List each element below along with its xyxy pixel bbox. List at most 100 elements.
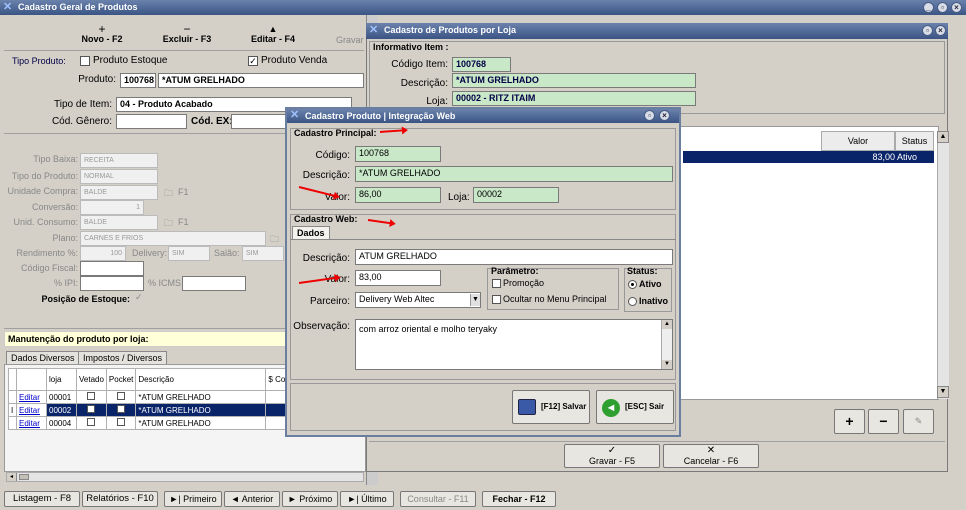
restore-icon[interactable]: ▫ bbox=[644, 110, 655, 121]
web-valor-input[interactable]: 83,00 bbox=[355, 270, 441, 286]
primeiro-button[interactable]: ►| Primeiro bbox=[164, 491, 222, 507]
parceiro-select[interactable]: Delivery Web Altec bbox=[355, 292, 481, 308]
sair-button[interactable]: ◄ [ESC] Sair bbox=[596, 390, 674, 424]
observacao-label: Observação: bbox=[293, 321, 350, 332]
produto-name-field[interactable]: *ATUM GRELHADO bbox=[158, 73, 364, 88]
pocket-checkbox[interactable] bbox=[117, 418, 126, 426]
tipo-item-label: Tipo de Item: bbox=[54, 99, 112, 110]
plano-select[interactable]: CARNES E FRIOS bbox=[80, 231, 266, 246]
restore-icon[interactable]: ▫ bbox=[937, 2, 948, 13]
consultar-button[interactable]: Consultar - F11 bbox=[400, 491, 476, 507]
main-titlebar: ✕ Cadastro Geral de Produtos _ ▫ × bbox=[0, 0, 966, 15]
icms-field[interactable] bbox=[182, 276, 246, 291]
editar-link[interactable]: Editar bbox=[19, 406, 40, 415]
manutencao-label: Manutenção do produto por loja: bbox=[8, 334, 149, 344]
novo-button[interactable]: + Novo - F2 bbox=[72, 23, 132, 44]
salvar-button[interactable]: [F12] Salvar bbox=[512, 390, 590, 424]
fechar-button[interactable]: Fechar - F12 bbox=[482, 491, 556, 507]
dialog-loja-label: Loja: bbox=[448, 192, 470, 203]
web-descricao-label: Descrição: bbox=[302, 253, 350, 264]
unid-consumo-select[interactable]: BALDE bbox=[80, 215, 158, 230]
scroll-down-icon[interactable]: ▼ bbox=[937, 386, 949, 398]
gravar-f5-button[interactable]: ✓ Gravar - F5 bbox=[564, 444, 660, 468]
ativo-radio[interactable] bbox=[628, 280, 637, 289]
listagem-button[interactable]: Listagem - F8 bbox=[4, 491, 80, 507]
horizontal-scrollbar[interactable]: ◂ bbox=[6, 472, 364, 482]
cod-ex-field[interactable] bbox=[231, 114, 291, 129]
proximo-button[interactable]: ► Próximo bbox=[282, 491, 338, 507]
produto-label: Produto: bbox=[78, 74, 116, 85]
ultimo-button[interactable]: ►| Último bbox=[340, 491, 394, 507]
gravar-button[interactable]: Gravar bbox=[336, 35, 364, 45]
loja-vertical-scrollbar[interactable]: ▲ ▼ bbox=[937, 131, 949, 399]
add-button[interactable]: + bbox=[834, 409, 865, 434]
cod-genero-field[interactable] bbox=[116, 114, 187, 129]
excluir-button[interactable]: − Excluir - F3 bbox=[157, 23, 217, 44]
cancelar-f6-button[interactable]: ✕ Cancelar - F6 bbox=[663, 444, 759, 468]
parametro-label: Parâmetro: bbox=[491, 266, 539, 276]
delivery-label: Delivery: bbox=[132, 248, 168, 258]
cancelar-f6-label: Cancelar - F6 bbox=[683, 456, 739, 466]
principal-label: Cadastro Principal: bbox=[294, 128, 377, 138]
promocao-checkbox[interactable] bbox=[492, 279, 501, 288]
relatorios-button[interactable]: Relatórios - F10 bbox=[82, 491, 158, 507]
rendimento-field[interactable]: 100 bbox=[80, 246, 126, 261]
close-icon[interactable]: × bbox=[659, 110, 670, 121]
scroll-left-icon[interactable]: ◂ bbox=[7, 473, 17, 481]
produto-estoque-checkbox[interactable] bbox=[80, 56, 90, 66]
vetado-checkbox[interactable] bbox=[87, 418, 96, 426]
produto-venda-checkbox[interactable]: ✓ bbox=[248, 56, 258, 66]
pocket-checkbox[interactable] bbox=[117, 405, 126, 413]
pocket-checkbox[interactable] bbox=[117, 392, 126, 400]
edit-pencil-button[interactable]: ✎ bbox=[903, 409, 934, 434]
editar-link[interactable]: Editar bbox=[19, 419, 40, 428]
dialog-descricao-field: *ATUM GRELHADO bbox=[355, 166, 673, 182]
produto-code-field[interactable]: 100768 bbox=[120, 73, 156, 88]
salao-select[interactable]: SIM bbox=[242, 246, 284, 261]
conversao-field[interactable]: 1 bbox=[80, 200, 144, 215]
tab-dados[interactable]: Dados bbox=[292, 226, 330, 239]
scroll-thumb[interactable] bbox=[19, 474, 29, 480]
folder-icon[interactable]: 🗀 bbox=[164, 186, 173, 202]
dialog-title: Cadastro Produto | Integração Web bbox=[305, 111, 456, 121]
codigo-fiscal-field[interactable] bbox=[80, 261, 144, 276]
ocultar-label: Ocultar no Menu Principal bbox=[503, 294, 607, 304]
observacao-textarea[interactable]: com arroz oriental e molho teryaky bbox=[355, 319, 673, 370]
conversao-label: Conversão: bbox=[31, 202, 78, 212]
codigo-item-field: 100768 bbox=[452, 57, 511, 72]
web-descricao-input[interactable]: ATUM GRELHADO bbox=[355, 249, 673, 265]
restore-icon[interactable]: ▫ bbox=[922, 25, 933, 36]
vetado-checkbox[interactable] bbox=[87, 405, 96, 413]
inativo-label: Inativo bbox=[639, 296, 669, 306]
scroll-up-icon[interactable]: ▲ bbox=[937, 131, 949, 143]
dialog-loja-field: 00002 bbox=[473, 187, 559, 203]
editar-link[interactable]: Editar bbox=[19, 393, 40, 402]
tipo-baixa-select[interactable]: RECEITA bbox=[80, 153, 158, 168]
anterior-button[interactable]: ◄ Anterior bbox=[224, 491, 280, 507]
table-row[interactable]: 83,00 Ativo bbox=[683, 151, 934, 163]
tab-dados-diversos[interactable]: Dados Diversos bbox=[6, 351, 80, 364]
editar-button[interactable]: ▲ Editar - F4 bbox=[243, 24, 303, 44]
close-icon[interactable]: × bbox=[935, 25, 946, 36]
folder-icon[interactable]: 🗀 bbox=[164, 216, 173, 232]
posicao-check-icon[interactable]: ✓ bbox=[135, 292, 143, 303]
grid-col-loja: loja bbox=[46, 368, 77, 391]
delivery-select[interactable]: SIM bbox=[168, 246, 210, 261]
tab-impostos[interactable]: Impostos / Diversos bbox=[78, 351, 168, 364]
first-icon: ►| bbox=[169, 494, 181, 504]
loja-titlebar: ✕ Cadastro de Produtos por Loja ▫ × bbox=[366, 23, 948, 39]
minimize-icon[interactable]: _ bbox=[923, 2, 934, 13]
loja-descricao-field: *ATUM GRELHADO bbox=[452, 73, 696, 88]
tipo-do-produto-select[interactable]: NORMAL bbox=[80, 169, 158, 184]
remove-button[interactable]: − bbox=[868, 409, 899, 434]
inativo-radio[interactable] bbox=[628, 297, 637, 306]
scroll-up-icon[interactable]: ▲ bbox=[662, 320, 672, 329]
chevron-down-icon[interactable]: ▼ bbox=[470, 294, 480, 306]
ipi-field[interactable] bbox=[80, 276, 144, 291]
unidade-compra-select[interactable]: BALDE bbox=[80, 185, 158, 200]
scroll-down-icon[interactable]: ▼ bbox=[662, 360, 672, 369]
vetado-checkbox[interactable] bbox=[87, 392, 96, 400]
observacao-scrollbar[interactable]: ▲ ▼ bbox=[661, 320, 672, 369]
close-icon[interactable]: × bbox=[951, 2, 962, 13]
ocultar-checkbox[interactable] bbox=[492, 295, 501, 304]
